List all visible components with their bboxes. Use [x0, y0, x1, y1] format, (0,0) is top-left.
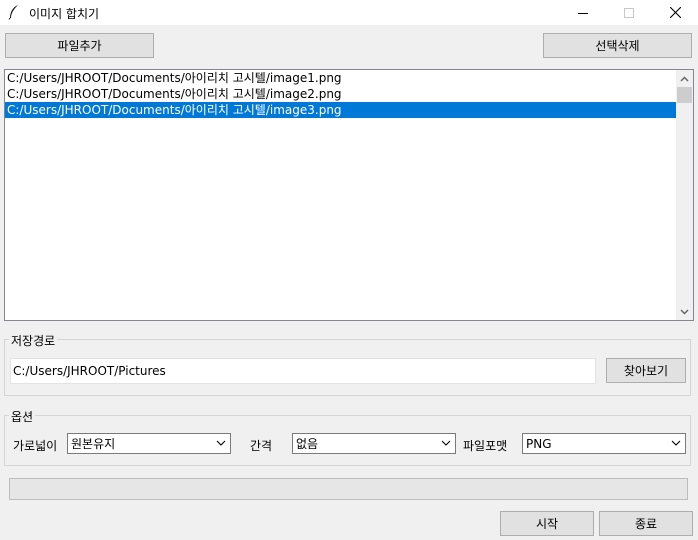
file-list: C:/Users/JHROOT/Documents/아이리치 고시텔/image…	[5, 70, 676, 118]
width-select-value: 원본유지	[71, 437, 116, 451]
format-label: 파일포맷	[463, 439, 508, 453]
chevron-up-icon	[680, 76, 689, 81]
window-title: 이미지 합치기	[29, 7, 100, 21]
chevron-down-icon	[671, 440, 681, 446]
exit-button[interactable]: 종료	[599, 511, 693, 536]
add-file-button[interactable]: 파일추가	[5, 33, 154, 58]
options-group-label: 옵션	[9, 408, 36, 425]
minimize-icon	[578, 12, 588, 14]
title-bar: 이미지 합치기	[0, 0, 698, 25]
width-select[interactable]: 원본유지	[67, 433, 231, 454]
format-select-value: PNG	[526, 436, 552, 451]
scroll-up-button[interactable]	[676, 70, 693, 87]
spacing-select-value: 없음	[296, 437, 319, 451]
chevron-down-icon	[680, 309, 689, 314]
spacing-select[interactable]: 없음	[292, 433, 456, 454]
scroll-down-button[interactable]	[676, 303, 693, 320]
minimize-button[interactable]	[560, 0, 606, 25]
list-item[interactable]: C:/Users/JHROOT/Documents/아이리치 고시텔/image…	[5, 86, 676, 102]
list-item-selected[interactable]: C:/Users/JHROOT/Documents/아이리치 고시텔/image…	[5, 102, 676, 118]
close-icon	[669, 7, 681, 18]
save-path-field[interactable]: C:/Users/JHROOT/Pictures	[10, 358, 596, 384]
close-button[interactable]	[652, 0, 698, 25]
delete-selected-button[interactable]: 선택삭제	[543, 33, 692, 58]
save-path-group-label: 저장경로	[9, 332, 58, 349]
format-select[interactable]: PNG	[522, 433, 686, 454]
scroll-thumb[interactable]	[677, 87, 692, 103]
maximize-icon	[624, 7, 634, 18]
maximize-button[interactable]	[606, 0, 652, 25]
file-listbox[interactable]: C:/Users/JHROOT/Documents/아이리치 고시텔/image…	[4, 69, 694, 321]
spacing-label: 간격	[250, 439, 273, 453]
vertical-scrollbar[interactable]	[676, 70, 693, 320]
feather-icon	[8, 5, 18, 20]
width-label: 가로넓이	[13, 439, 58, 453]
chevron-down-icon	[216, 440, 226, 446]
start-button[interactable]: 시작	[500, 511, 594, 536]
list-item[interactable]: C:/Users/JHROOT/Documents/아이리치 고시텔/image…	[5, 70, 676, 86]
progress-bar	[9, 478, 688, 500]
browse-button[interactable]: 찾아보기	[606, 358, 686, 383]
chevron-down-icon	[441, 440, 451, 446]
